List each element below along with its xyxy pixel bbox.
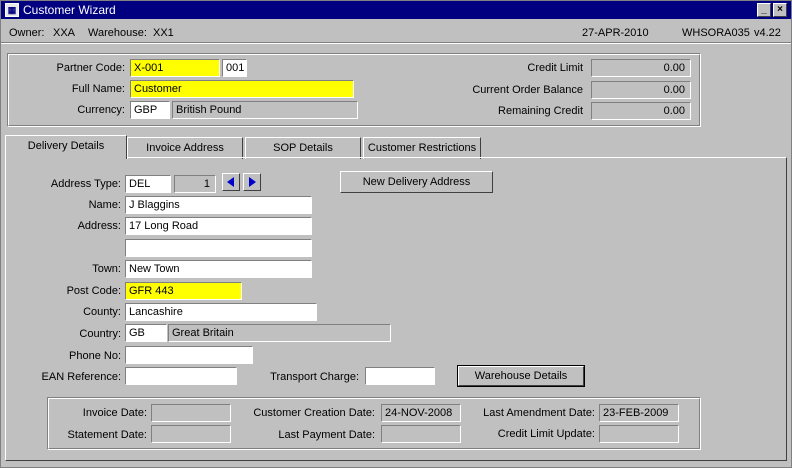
county-label: County:: [83, 306, 121, 318]
address-type-field[interactable]: DEL: [125, 175, 171, 193]
partner-suffix-field[interactable]: 001: [222, 59, 247, 77]
address-sequence-field: 1: [174, 175, 216, 193]
warehouse-label: Warehouse:: [88, 27, 147, 39]
new-delivery-address-button[interactable]: New Delivery Address: [340, 171, 493, 193]
full-name-field[interactable]: Customer: [130, 80, 354, 98]
window-title: Customer Wizard: [23, 3, 116, 17]
transport-charge-label: Transport Charge:: [270, 371, 359, 383]
address-line1-field[interactable]: 17 Long Road: [125, 217, 312, 235]
tab-customer-restrictions[interactable]: Customer Restrictions: [363, 137, 481, 159]
phone-label: Phone No:: [69, 350, 121, 362]
version: v4.22: [754, 27, 781, 39]
address-line2-field[interactable]: [125, 239, 312, 257]
close-button[interactable]: ×: [773, 3, 787, 17]
invoice-date-label: Invoice Date:: [82, 407, 147, 419]
credit-limit-update-field: [599, 425, 679, 443]
invoice-date-field: [151, 404, 231, 422]
last-payment-date-field: [381, 425, 461, 443]
owner-label: Owner:: [9, 27, 45, 39]
warehouse-value: XX1: [153, 27, 174, 39]
ean-reference-label: EAN Reference:: [41, 371, 121, 383]
partner-code-field[interactable]: X-001: [130, 59, 220, 77]
address-type-label: Address Type:: [50, 178, 121, 190]
country-name-field: Great Britain: [168, 324, 391, 342]
name-label: Name:: [88, 199, 121, 211]
tab-invoice-address[interactable]: Invoice Address: [127, 137, 243, 159]
owner-value: XXA: [53, 27, 76, 39]
previous-address-button[interactable]: [222, 173, 240, 191]
town-label: Town:: [92, 263, 121, 275]
remaining-credit-field: 0.00: [591, 102, 691, 120]
currency-code-field[interactable]: GBP: [130, 101, 170, 119]
currency-label: Currency:: [77, 104, 125, 116]
customer-creation-date-label: Customer Creation Date:: [253, 407, 375, 419]
last-amendment-date-label: Last Amendment Date:: [483, 407, 595, 419]
ean-reference-field[interactable]: [125, 367, 237, 385]
partner-code-label: Partner Code:: [56, 62, 125, 74]
last-amendment-date-field: 23-FEB-2009: [599, 404, 679, 422]
current-order-balance-label: Current Order Balance: [472, 84, 583, 96]
minimize-button[interactable]: _: [757, 3, 771, 17]
tab-sop-details[interactable]: SOP Details: [245, 137, 361, 159]
town-field[interactable]: New Town: [125, 260, 312, 278]
arrow-right-icon: [249, 177, 256, 187]
customer-wizard-window: ▦ Customer Wizard _ × Owner: XXA Warehou…: [0, 0, 792, 468]
arrow-left-icon: [227, 177, 234, 187]
currency-name-field: British Pound: [172, 101, 358, 119]
current-date: 27-APR-2010: [582, 27, 649, 39]
remaining-credit-label: Remaining Credit: [498, 105, 583, 117]
credit-limit-update-label: Credit Limit Update:: [497, 428, 595, 440]
phone-field[interactable]: [125, 346, 253, 364]
country-code-field[interactable]: GB: [125, 324, 167, 342]
address-label: Address:: [77, 220, 121, 232]
current-order-balance-field: 0.00: [591, 81, 691, 99]
app-window-icon[interactable]: ▦: [5, 3, 19, 17]
tab-delivery-details[interactable]: Delivery Details: [5, 135, 127, 159]
status-divider: [1, 42, 791, 44]
statement-date-field: [151, 425, 231, 443]
full-name-label: Full Name:: [71, 83, 125, 95]
name-field[interactable]: J Blaggins: [125, 196, 312, 214]
title-bar: ▦ Customer Wizard _ ×: [1, 1, 791, 19]
credit-limit-field: 0.00: [591, 59, 691, 77]
customer-creation-date-field: 24-NOV-2008: [381, 404, 461, 422]
warehouse-details-button[interactable]: Warehouse Details: [457, 365, 585, 387]
last-payment-date-label: Last Payment Date:: [278, 429, 375, 441]
next-address-button[interactable]: [243, 173, 261, 191]
transport-charge-field[interactable]: [365, 367, 435, 385]
credit-limit-label: Credit Limit: [527, 62, 583, 74]
post-code-field[interactable]: GFR 443: [125, 282, 242, 300]
statement-date-label: Statement Date:: [67, 429, 148, 441]
county-field[interactable]: Lancashire: [125, 303, 317, 321]
form-id: WHSORA035: [682, 27, 750, 39]
post-code-label: Post Code:: [66, 285, 121, 297]
country-label: Country:: [79, 328, 121, 340]
